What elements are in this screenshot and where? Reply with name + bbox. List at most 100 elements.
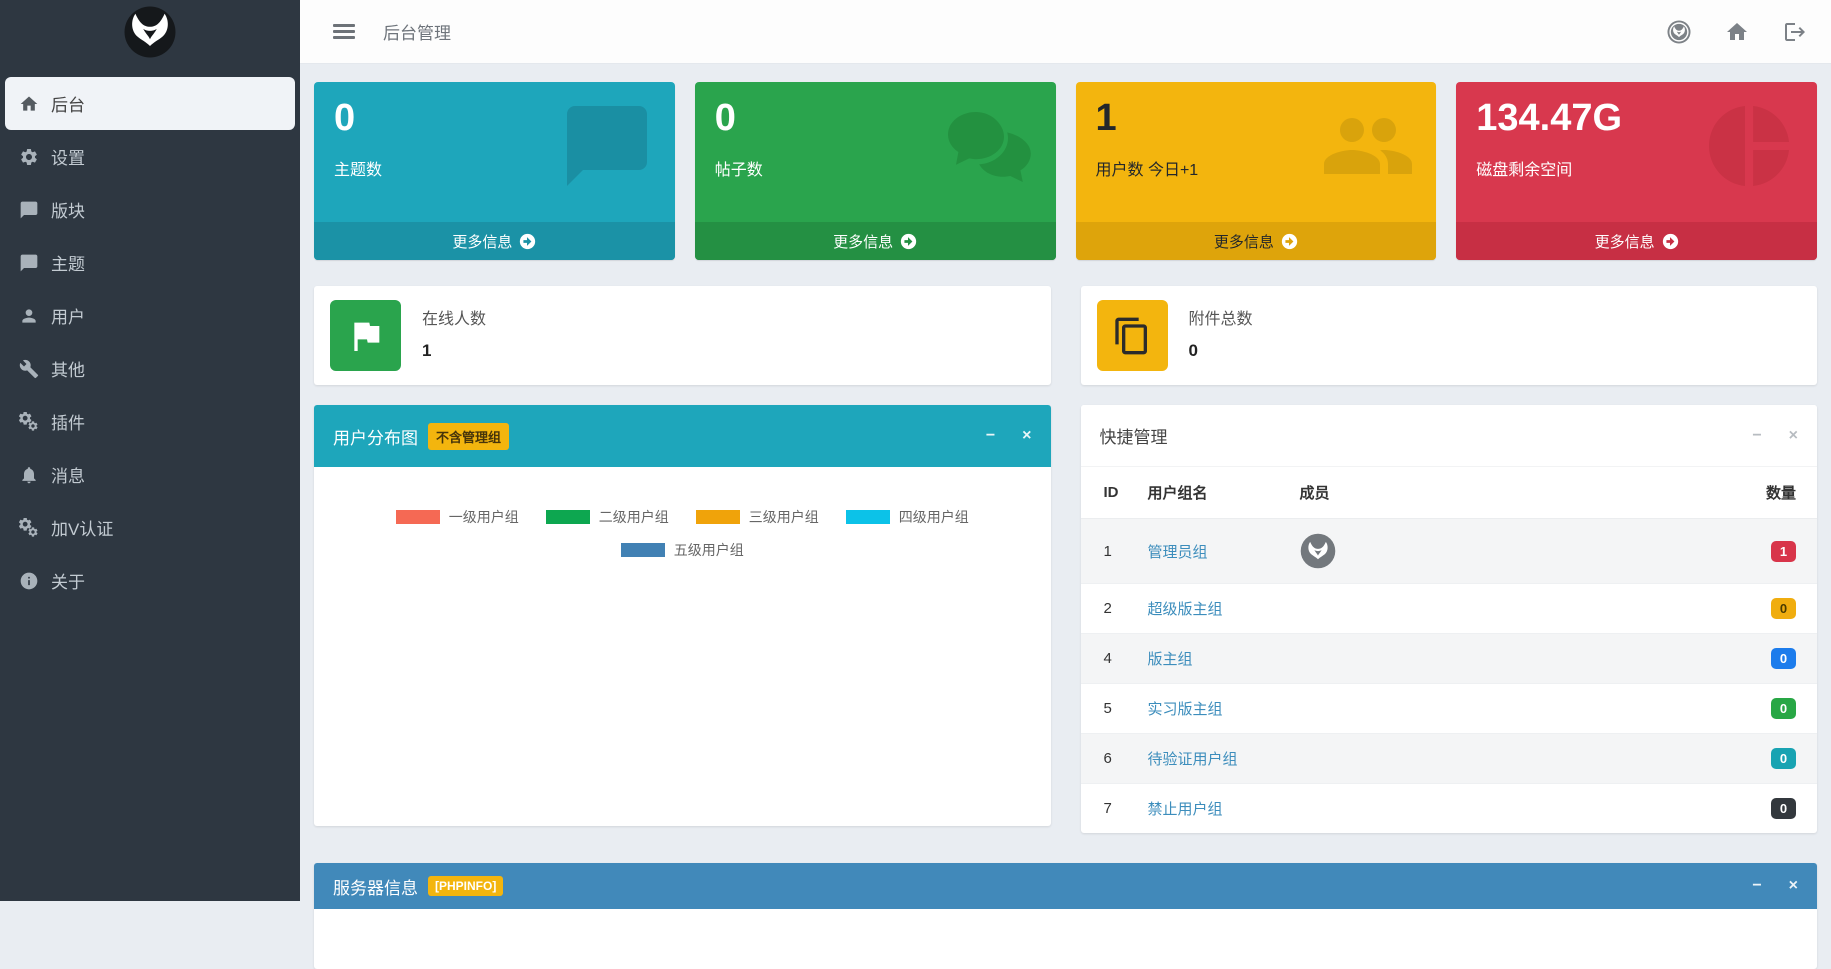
panel-header: 快捷管理 − × — [1081, 405, 1818, 467]
cogs-icon — [19, 412, 39, 432]
legend-swatch — [621, 543, 665, 557]
sidebar-item-plugins[interactable]: 插件 — [0, 395, 300, 448]
group-link[interactable]: 版主组 — [1148, 651, 1193, 668]
page-title: 后台管理 — [383, 19, 451, 44]
more-info-link[interactable]: 更多信息 — [1456, 222, 1817, 260]
copy-icon — [1097, 300, 1168, 371]
sidebar-item-settings[interactable]: 设置 — [0, 130, 300, 183]
legend-item[interactable]: 三级用户组 — [696, 507, 819, 527]
legend-item[interactable]: 二级用户组 — [546, 507, 669, 527]
pie-chart-icon — [1701, 98, 1797, 194]
logout-icon[interactable] — [1783, 20, 1807, 44]
close-icon[interactable]: × — [1789, 428, 1798, 444]
server-info-panel: 服务器信息 [PHPINFO] − × — [314, 863, 1817, 969]
sidebar-item-dashboard[interactable]: 后台 — [5, 77, 295, 130]
sidebar-menu: 后台 设置 版块 主题 用户 其他 插件 消息 — [0, 77, 300, 607]
stat-box-disk: 134.47G 磁盘剩余空间 更多信息 — [1456, 82, 1817, 260]
count-badge: 0 — [1771, 598, 1796, 619]
sidebar-item-label: 加V认证 — [51, 515, 113, 540]
count-badge: 0 — [1771, 798, 1796, 819]
comments-icon — [940, 98, 1036, 194]
close-icon[interactable]: × — [1022, 428, 1031, 444]
stat-box-posts: 0 帖子数 更多信息 — [695, 82, 1056, 260]
group-id: 5 — [1081, 684, 1148, 734]
column-header-name: 用户组名 — [1148, 467, 1300, 519]
sidebar-item-about[interactable]: 关于 — [0, 554, 300, 607]
sidebar-item-label: 用户 — [51, 303, 85, 328]
chart-legend-row: 五级用户组 — [314, 540, 1051, 560]
legend-label: 五级用户组 — [674, 540, 744, 560]
group-id: 1 — [1081, 519, 1148, 584]
group-link[interactable]: 实习版主组 — [1148, 701, 1223, 718]
sidebar-item-verify[interactable]: 加V认证 — [0, 501, 300, 554]
group-link[interactable]: 超级版主组 — [1148, 601, 1223, 618]
legend-item[interactable]: 一级用户组 — [396, 507, 519, 527]
group-id: 6 — [1081, 734, 1148, 784]
server-info-body — [314, 909, 1817, 969]
sidebar-item-forums[interactable]: 版块 — [0, 183, 300, 236]
site-logo-icon[interactable] — [1667, 20, 1691, 44]
info-box-row: 在线人数 1 附件总数 0 — [314, 286, 1817, 385]
sidebar-item-threads[interactable]: 主题 — [0, 236, 300, 289]
panel-badge: 不含管理组 — [428, 423, 509, 450]
users-icon — [1320, 98, 1416, 194]
comment-icon — [19, 253, 39, 273]
phpinfo-badge[interactable]: [PHPINFO] — [428, 876, 503, 896]
close-icon[interactable]: × — [1789, 878, 1798, 894]
legend-label: 一级用户组 — [449, 507, 519, 527]
more-info-link[interactable]: 更多信息 — [314, 222, 675, 260]
more-info-link[interactable]: 更多信息 — [695, 222, 1056, 260]
legend-item[interactable]: 四级用户组 — [846, 507, 969, 527]
table-row: 1 管理员组 1 — [1081, 519, 1818, 584]
collapse-icon[interactable]: − — [1752, 878, 1761, 894]
sidebar-toggle-icon[interactable] — [333, 21, 355, 42]
panel-header: 服务器信息 [PHPINFO] − × — [314, 863, 1817, 909]
group-link[interactable]: 管理员组 — [1148, 544, 1208, 561]
legend-swatch — [846, 510, 890, 524]
arrow-circle-right-icon — [1662, 233, 1679, 250]
count-badge: 0 — [1771, 698, 1796, 719]
group-link[interactable]: 禁止用户组 — [1148, 801, 1223, 818]
table-header-row: ID 用户组名 成员 数量 — [1081, 467, 1818, 519]
collapse-icon[interactable]: − — [986, 428, 995, 444]
collapse-icon[interactable]: − — [1752, 428, 1761, 444]
user-distribution-panel: 用户分布图 不含管理组 − × 一级用户组 二级用户组 — [314, 405, 1051, 826]
legend-item[interactable]: 五级用户组 — [621, 540, 744, 560]
sidebar-item-messages[interactable]: 消息 — [0, 448, 300, 501]
legend-swatch — [696, 510, 740, 524]
panel-row: 用户分布图 不含管理组 − × 一级用户组 二级用户组 — [314, 405, 1817, 833]
table-row: 2 超级版主组 0 — [1081, 584, 1818, 634]
sidebar-item-label: 版块 — [51, 197, 85, 222]
table-row: 4 版主组 0 — [1081, 634, 1818, 684]
stat-box-users: 1 用户数 今日+1 更多信息 — [1076, 82, 1437, 260]
more-info-link[interactable]: 更多信息 — [1076, 222, 1437, 260]
sidebar-item-label: 设置 — [51, 144, 85, 169]
user-icon — [19, 306, 39, 326]
panel-header: 用户分布图 不含管理组 − × — [314, 405, 1051, 467]
panel-title: 快捷管理 — [1100, 423, 1168, 448]
arrow-circle-right-icon — [1281, 233, 1298, 250]
user-group-table: ID 用户组名 成员 数量 1 管理员组 1 2 超级版主 — [1081, 467, 1818, 833]
arrow-circle-right-icon — [900, 233, 917, 250]
info-label: 在线人数 — [422, 305, 486, 329]
chart-legend-row: 一级用户组 二级用户组 三级用户组 四级用户组 — [314, 507, 1051, 527]
sidebar-item-other[interactable]: 其他 — [0, 342, 300, 395]
home-icon[interactable] — [1725, 20, 1749, 44]
quick-management-panel: 快捷管理 − × ID 用户组名 成员 数量 1 — [1081, 405, 1818, 833]
legend-swatch — [396, 510, 440, 524]
sidebar-item-label: 插件 — [51, 409, 85, 434]
info-icon — [19, 571, 39, 591]
home-icon — [19, 94, 39, 114]
topbar: 后台管理 — [300, 0, 1831, 64]
info-value: 1 — [422, 341, 486, 361]
arrow-circle-right-icon — [519, 233, 536, 250]
group-link[interactable]: 待验证用户组 — [1148, 751, 1238, 768]
avatar[interactable] — [1300, 533, 1336, 569]
group-id: 7 — [1081, 784, 1148, 834]
column-header-count: 数量 — [1700, 467, 1817, 519]
stat-box-threads: 0 主题数 更多信息 — [314, 82, 675, 260]
sidebar-item-users[interactable]: 用户 — [0, 289, 300, 342]
sidebar-item-label: 关于 — [51, 568, 85, 593]
flag-icon — [330, 300, 401, 371]
app-logo[interactable] — [0, 0, 300, 64]
